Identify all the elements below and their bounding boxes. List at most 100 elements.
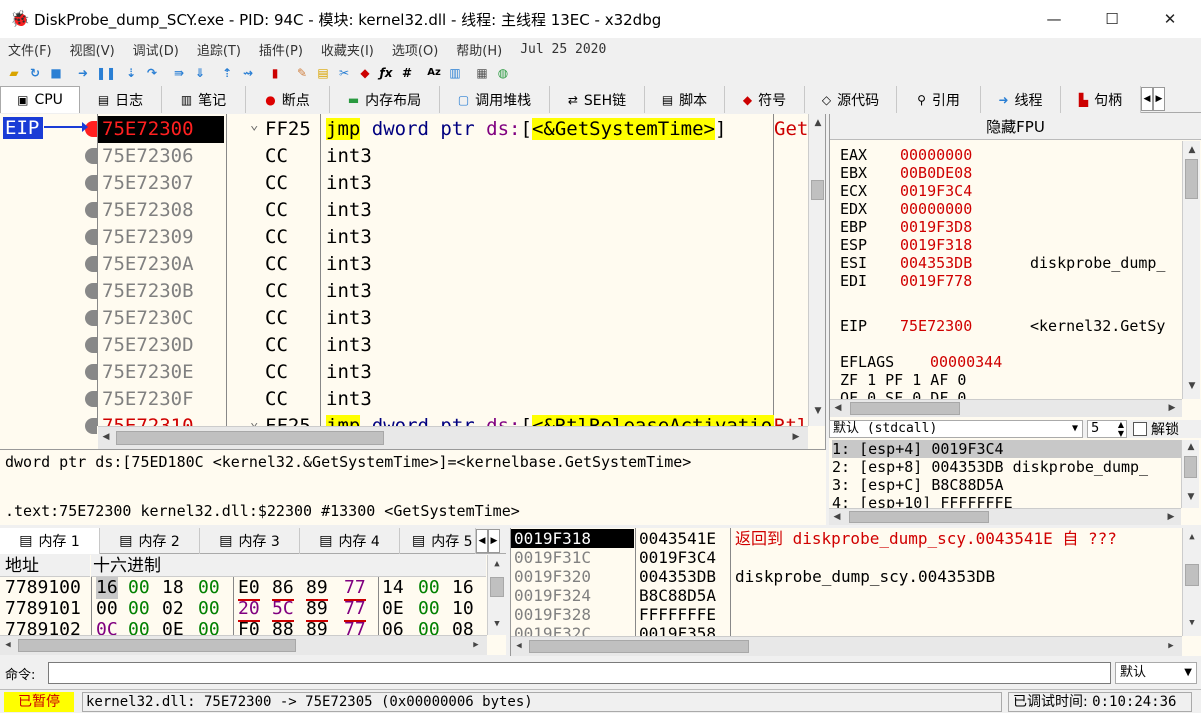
registers-hscroll[interactable]: ◀ ▶ — [830, 399, 1182, 417]
disassembly-row[interactable]: 75E7230F CC int3 — [0, 386, 808, 413]
tab-scroll-left-icon[interactable]: ◀ — [1141, 87, 1153, 111]
argument-row[interactable]: 1: [esp+4] 0019F3C4 — [832, 440, 1181, 458]
tab-call-stack[interactable]: ▢ 调用堆栈 — [440, 86, 550, 113]
disassembly-row[interactable]: 75E72309 CC int3 — [0, 224, 808, 251]
register-value[interactable]: 0019F778 — [900, 272, 972, 290]
breakpoint-dot-icon[interactable] — [85, 148, 97, 164]
labels-icon[interactable]: ✂ — [336, 65, 352, 81]
execute-till-return-icon[interactable]: ⇡ — [219, 65, 235, 81]
stack-view[interactable]: 0019F318 0043541E 返回到 diskprobe_dump_scy.0… — [510, 528, 1201, 656]
dump-byte[interactable]: 00 — [96, 598, 118, 620]
calling-convention-select[interactable]: 默认 (stdcall) ▼ — [829, 420, 1083, 438]
arguments-vscroll[interactable]: ▲ ▼ — [1181, 440, 1199, 508]
menu-view[interactable]: 视图(V) — [70, 40, 115, 59]
functions-icon[interactable]: ƒx — [378, 65, 394, 81]
dump-byte[interactable]: 16 — [452, 577, 474, 599]
register-value[interactable]: 00000344 — [930, 353, 1002, 371]
breakpoint-dot-icon[interactable] — [85, 202, 97, 218]
breakpoint-dot-icon[interactable] — [85, 229, 97, 245]
tab-handles[interactable]: ▙ 句柄 — [1061, 86, 1141, 113]
tab-dump-5[interactable]: ▤ 内存 5 — [400, 528, 476, 554]
disassembly-row[interactable]: 75E72306 CC int3 — [0, 143, 808, 170]
register-value[interactable]: 75E72300 — [900, 317, 972, 335]
register-value[interactable]: 00000000 — [900, 146, 972, 164]
patch-icon[interactable]: ✎ — [294, 65, 310, 81]
disassembly-row[interactable]: 75E7230E CC int3 — [0, 359, 808, 386]
breakpoint-dot-icon[interactable] — [85, 256, 97, 272]
command-input[interactable] — [48, 662, 1111, 684]
menu-favourites[interactable]: 收藏夹(I) — [321, 40, 374, 59]
scroll-left-icon[interactable]: ◀ — [0, 640, 16, 650]
menu-file[interactable]: 文件(F) — [8, 40, 52, 59]
dump-hscroll[interactable]: ◀ ▶ — [0, 635, 487, 655]
disassembly-row[interactable]: 75E7230A CC int3 — [0, 251, 808, 278]
dump-byte[interactable]: 02 — [162, 598, 184, 620]
open-icon[interactable]: ▰ — [6, 65, 22, 81]
dump-view[interactable]: 地址 十六进制 7789100 16 00 18 00 E0 86 89 77 14 00 16 778… — [0, 555, 506, 655]
tab-script[interactable]: ▤ 脚本 — [645, 86, 725, 113]
hash-icon[interactable]: # — [399, 65, 415, 81]
disassembly-row[interactable]: 75E7230B CC int3 — [0, 278, 808, 305]
tab-source[interactable]: ◇ 源代码 — [805, 86, 897, 113]
breakpoint-dot-icon[interactable] — [85, 418, 97, 434]
tab-dump-2[interactable]: ▤ 内存 2 — [100, 528, 200, 554]
comments-icon[interactable]: ▤ — [315, 65, 331, 81]
run-icon[interactable]: ➜ — [75, 65, 91, 81]
scroll-up-icon[interactable]: ▲ — [1184, 145, 1200, 155]
register-value[interactable]: 00B0DE08 — [900, 164, 972, 182]
minimize-button[interactable]: — — [1025, 0, 1083, 38]
flags-row[interactable]: ZF 1 PF 1 AF 0 — [840, 371, 966, 389]
stack-hscroll-thumb[interactable] — [529, 640, 749, 653]
disassembly-hscroll[interactable]: ◀ ▶ — [98, 426, 808, 449]
disassembly-vscroll[interactable]: ▲ ▼ — [808, 114, 825, 426]
tab-threads[interactable]: ➜ 线程 — [981, 86, 1061, 113]
trace-into-icon[interactable]: ⇛ — [171, 65, 187, 81]
breakpoint-dot-icon[interactable] — [85, 364, 97, 380]
stepper-arrows-icon[interactable]: ▲ ▼ — [1118, 420, 1124, 438]
register-value[interactable]: 0019F3C4 — [900, 182, 972, 200]
dump-byte[interactable]: 00 — [198, 577, 220, 599]
registers-panel[interactable]: 隐藏FPU EAX 00000000 EBX 00B0DE08 ECX 0019F3C4 E… — [829, 114, 1201, 426]
stack-value[interactable]: 004353DB — [639, 567, 716, 586]
breakpoint-dot-icon[interactable] — [85, 283, 97, 299]
dump-hscroll-thumb[interactable] — [18, 639, 296, 652]
tab-notes[interactable]: ▥ 笔记 — [162, 86, 246, 113]
disassembly-row[interactable]: 75E72308 CC int3 — [0, 197, 808, 224]
argument-row[interactable]: 2: [esp+8] 004353DB diskprobe_dump_ — [832, 458, 1148, 476]
tab-scroll-right-icon[interactable]: ▶ — [1153, 87, 1165, 111]
disassembly-row[interactable]: 75E72300 ⌄ FF25 jmp dword ptr ds:[<&GetSyst… — [0, 116, 808, 143]
register-value[interactable]: 0019F3D8 — [900, 218, 972, 236]
registers-vscroll[interactable]: ▲ ▼ — [1182, 141, 1200, 399]
scroll-left-icon[interactable]: ◀ — [829, 512, 845, 522]
breakpoint-dot-icon[interactable] — [85, 337, 97, 353]
script-toolbar-icon[interactable]: ▦ — [474, 65, 490, 81]
arguments-vscroll-thumb[interactable] — [1184, 456, 1197, 478]
breakpoint-dot-icon[interactable] — [85, 391, 97, 407]
dump-byte[interactable]: 10 — [452, 598, 474, 620]
stack-vscroll[interactable]: ▲ ▼ — [1182, 528, 1201, 636]
dump-byte[interactable]: 18 — [162, 577, 184, 599]
tab-log[interactable]: ▤ 日志 — [80, 86, 162, 113]
stop-icon[interactable]: ■ — [48, 65, 64, 81]
command-mode-select[interactable]: 默认 ▼ — [1115, 662, 1197, 684]
scroll-left-icon[interactable]: ◀ — [830, 403, 846, 413]
hide-fpu-button[interactable]: 隐藏FPU — [830, 114, 1201, 140]
tab-dump-4[interactable]: ▤ 内存 4 — [300, 528, 400, 554]
scroll-up-icon[interactable]: ▲ — [810, 118, 825, 128]
scroll-up-icon[interactable]: ▲ — [489, 559, 505, 569]
stack-vscroll-thumb[interactable] — [1185, 564, 1199, 586]
calculator-icon[interactable]: ▥ — [447, 65, 463, 81]
dump-byte[interactable]: 00 — [128, 598, 150, 620]
unlock-checkbox[interactable] — [1133, 422, 1147, 436]
tab-memory-map[interactable]: ▬ 内存布局 — [330, 86, 440, 113]
stack-value[interactable]: FFFFFFFE — [639, 605, 716, 624]
breakpoint-dot-icon[interactable] — [85, 175, 97, 191]
tab-seh[interactable]: ⇄ SEH链 — [550, 86, 645, 113]
menu-plugins[interactable]: 插件(P) — [259, 40, 303, 59]
menu-options[interactable]: 选项(O) — [392, 40, 438, 59]
scroll-left-icon[interactable]: ◀ — [511, 641, 527, 651]
register-value[interactable]: 0019F318 — [900, 236, 972, 254]
tab-breakpoints[interactable]: ● 断点 — [246, 86, 330, 113]
register-value[interactable]: 004353DB — [900, 254, 972, 272]
breakpoint-dot-icon[interactable] — [85, 310, 97, 326]
